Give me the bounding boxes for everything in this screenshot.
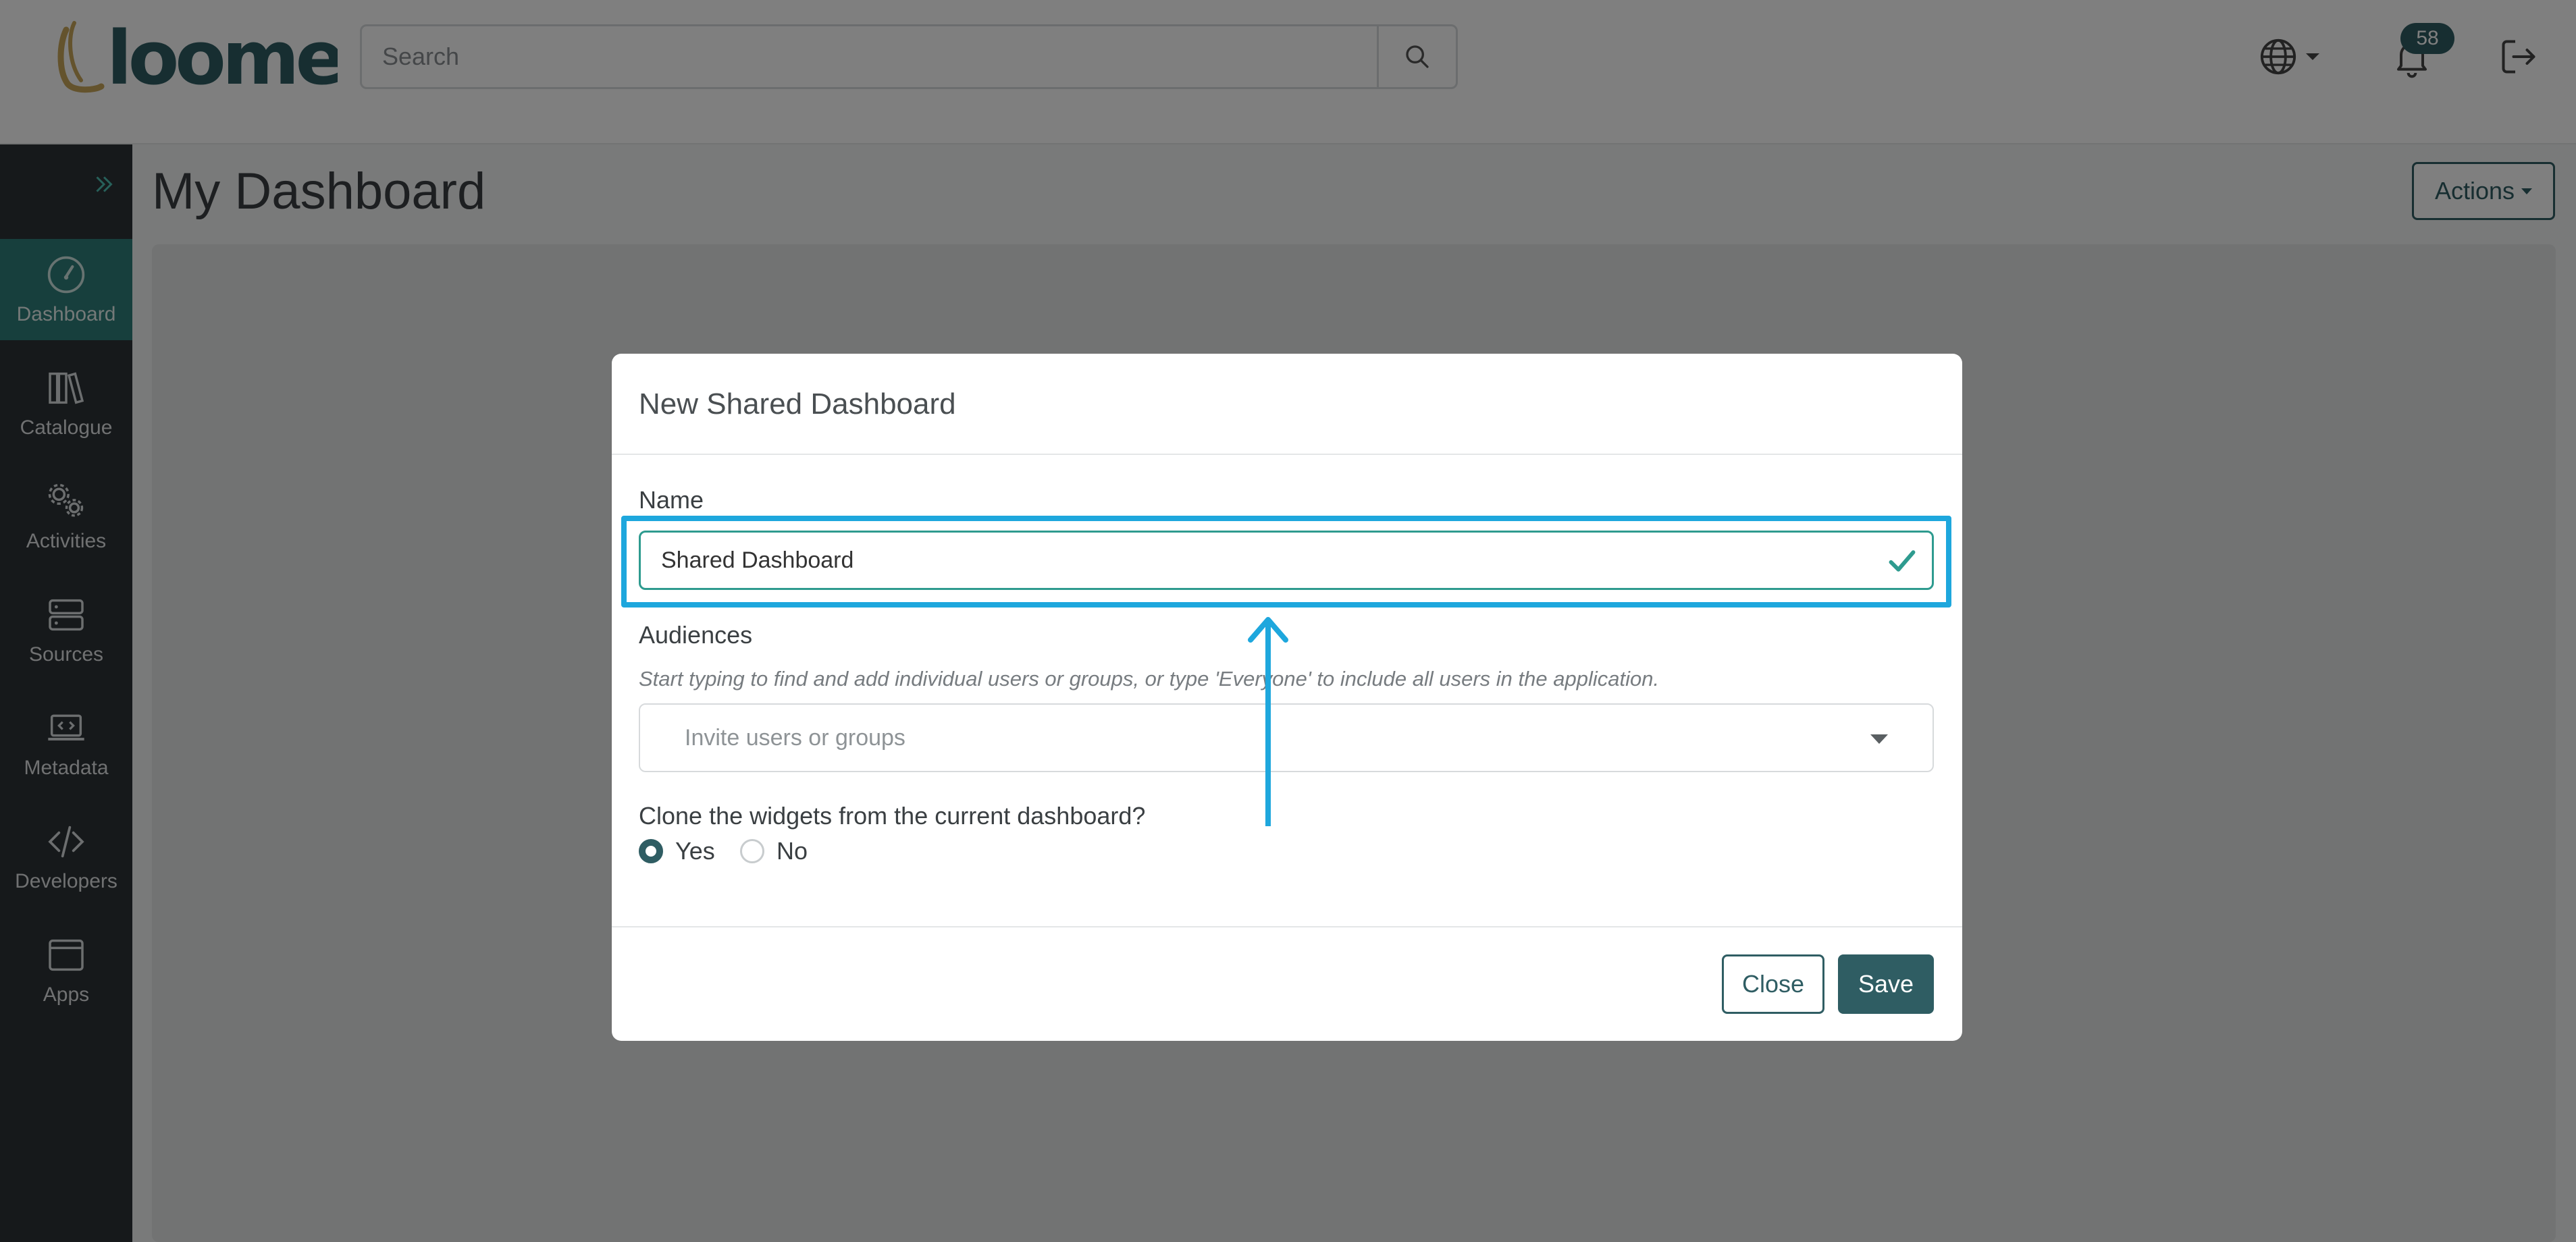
clone-yes-radio[interactable]: Yes [639, 837, 715, 865]
modal-footer: Close Save [612, 926, 1962, 1041]
modal-header: New Shared Dashboard [612, 354, 1962, 455]
annotation-arrow-icon [1248, 617, 1288, 826]
save-button[interactable]: Save [1838, 954, 1934, 1014]
name-label: Name [639, 486, 704, 514]
annotation-highlight [621, 516, 1951, 608]
close-button[interactable]: Close [1722, 954, 1824, 1014]
audiences-help-text: Start typing to find and add individual … [639, 667, 1660, 691]
clone-no-label: No [777, 837, 808, 865]
radio-unchecked-icon [740, 839, 764, 863]
audiences-label: Audiences [639, 621, 753, 649]
clone-question: Clone the widgets from the current dashb… [639, 802, 1146, 830]
clone-no-radio[interactable]: No [740, 837, 808, 865]
clone-yes-label: Yes [675, 837, 715, 865]
chevron-down-icon[interactable] [1870, 734, 1888, 744]
radio-checked-icon [639, 839, 663, 863]
modal-title: New Shared Dashboard [639, 387, 956, 421]
